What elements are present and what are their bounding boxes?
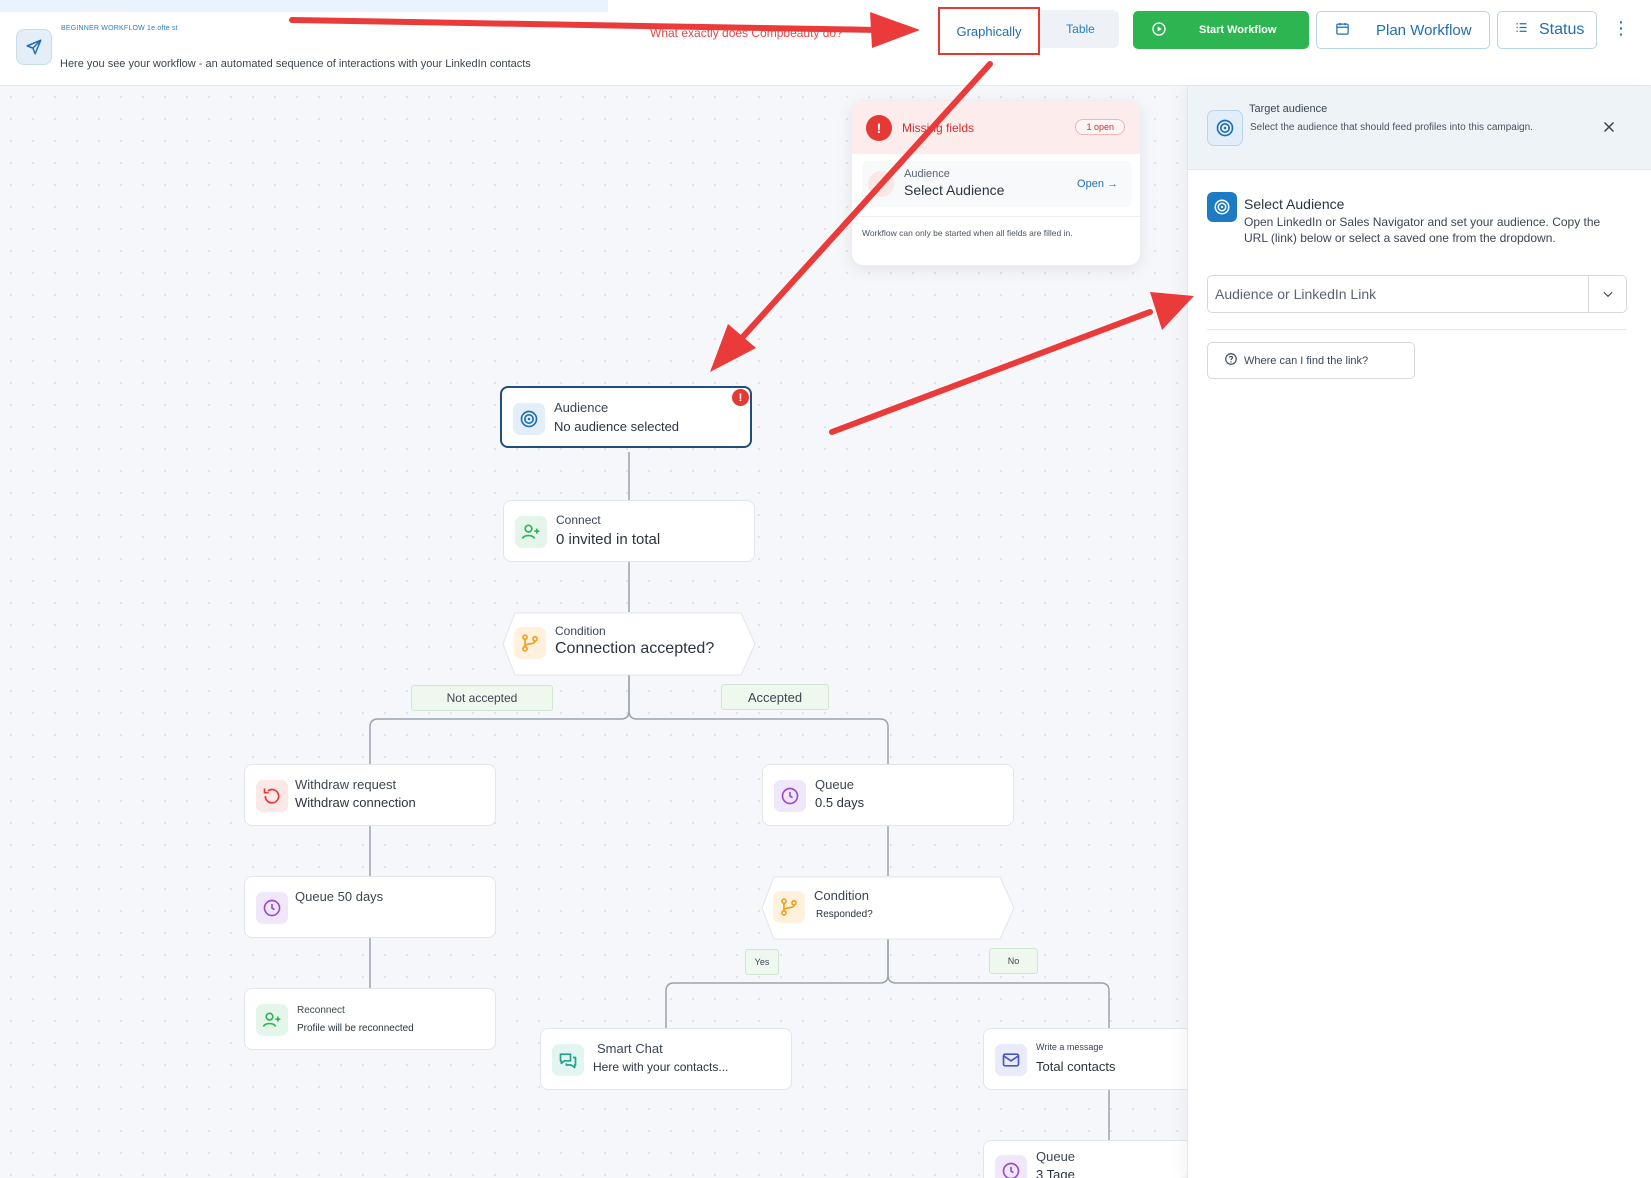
- node-connect[interactable]: Connect 0 invited in total: [503, 500, 755, 562]
- node-sub: 0.5 days: [815, 795, 865, 810]
- node-sub: Total contacts: [1036, 1059, 1116, 1074]
- branch-icon: [514, 627, 546, 659]
- mail-icon: [995, 1044, 1027, 1076]
- node-label: Smart Chat: [597, 1041, 663, 1056]
- question-icon: [1224, 352, 1238, 369]
- workflow-title: BEGINNER WORKFLOW 1e.ofte st: [61, 25, 178, 32]
- node-audience[interactable]: Audience No audience selected !: [500, 386, 752, 448]
- tab-table[interactable]: Table: [1042, 10, 1119, 48]
- node-condition-accepted[interactable]: Condition Connection accepted?: [503, 612, 755, 674]
- open-count-badge: 1 open: [1075, 119, 1125, 135]
- start-workflow-label: Start Workflow: [1199, 24, 1277, 36]
- select-audience-title: Select Audience: [1244, 196, 1345, 212]
- node-label: Withdraw request: [295, 777, 397, 792]
- node-label: Reconnect: [297, 1005, 345, 1016]
- error-icon: !: [732, 389, 749, 406]
- node-smart-chat[interactable]: Smart Chat Here with your contacts...: [540, 1028, 792, 1090]
- top-header: BEGINNER WORKFLOW 1e.ofte st Here you se…: [0, 0, 1651, 86]
- missing-field-row[interactable]: Audience Select Audience Open →: [862, 161, 1132, 207]
- branch-no: No: [989, 948, 1038, 974]
- node-sub: Responded?: [816, 909, 873, 920]
- target-audience-panel: Target audience Select the audience that…: [1187, 86, 1651, 1178]
- target-icon: [868, 171, 894, 197]
- node-sub: 0 invited in total: [556, 531, 661, 548]
- where-find-link-button[interactable]: Where can I find the link?: [1207, 342, 1415, 379]
- status-button[interactable]: Status: [1497, 11, 1597, 49]
- node-label: Audience: [554, 400, 609, 415]
- node-label: Condition: [814, 888, 869, 903]
- divider: [1207, 329, 1627, 330]
- alert-icon: !: [866, 115, 892, 141]
- node-sub: Profile will be reconnected: [297, 1023, 414, 1034]
- plan-workflow-button[interactable]: Plan Workflow: [1316, 11, 1490, 49]
- chat-icon: [552, 1044, 584, 1076]
- node-sub: 3 Tage: [1036, 1167, 1075, 1178]
- more-options-icon[interactable]: ⋮: [1612, 18, 1630, 42]
- node-sub: Here with your contacts...: [593, 1060, 729, 1074]
- branch-yes: Yes: [745, 949, 779, 975]
- workflow-description: Here you see your workflow - an automate…: [60, 58, 531, 70]
- audience-link-input[interactable]: [1207, 275, 1627, 313]
- user-plus-icon: [256, 1004, 288, 1036]
- header-strip: [0, 0, 608, 12]
- open-field-link[interactable]: Open →: [1077, 178, 1118, 190]
- list-icon: [1514, 20, 1529, 40]
- help-question[interactable]: What exactly does Compbeauty do?: [650, 26, 843, 40]
- clock-icon: [256, 892, 288, 924]
- node-queue-50-days[interactable]: Queue 50 days: [244, 876, 496, 938]
- close-icon[interactable]: [1600, 118, 1618, 136]
- play-icon: [1151, 21, 1167, 40]
- panel-header: Target audience Select the audience that…: [1188, 86, 1651, 170]
- node-sub: Withdraw connection: [295, 795, 416, 810]
- branch-icon: [773, 891, 805, 923]
- missing-field-value: Select Audience: [904, 182, 1005, 198]
- undo-icon: [256, 780, 288, 812]
- target-icon: [1207, 110, 1243, 146]
- select-audience-description: Open LinkedIn or Sales Navigator and set…: [1244, 215, 1601, 245]
- missing-fields-header: ! Missing fields 1 open: [852, 101, 1140, 154]
- clock-icon: [774, 780, 806, 812]
- divider: [852, 216, 1140, 217]
- send-icon[interactable]: [16, 29, 52, 65]
- plan-workflow-label: Plan Workflow: [1376, 21, 1472, 39]
- chevron-down-icon[interactable]: [1588, 275, 1627, 313]
- node-label: Connect: [556, 513, 601, 527]
- node-withdraw[interactable]: Withdraw request Withdraw connection: [244, 764, 496, 826]
- tab-graphically[interactable]: Graphically: [938, 7, 1040, 55]
- node-label: Write a message: [1036, 1042, 1104, 1052]
- node-queue-half-day[interactable]: Queue 0.5 days: [762, 764, 1014, 826]
- node-sub: Connection accepted?: [555, 640, 715, 657]
- branch-accepted: Accepted: [721, 684, 829, 710]
- node-condition-responded[interactable]: Condition Responded?: [762, 876, 1014, 938]
- calendar-icon: [1335, 21, 1350, 40]
- missing-field-label: Audience: [904, 168, 950, 180]
- node-label: Queue: [815, 777, 855, 792]
- node-queue-3-days[interactable]: Queue 3 Tage: [983, 1140, 1187, 1178]
- missing-fields-note: Workflow can only be started when all fi…: [862, 228, 1073, 238]
- node-label: Condition: [555, 624, 606, 638]
- help-button-label: Where can I find the link?: [1244, 354, 1369, 367]
- status-label: Status: [1539, 21, 1585, 38]
- node-sub: No audience selected: [554, 419, 680, 434]
- node-label: Queue: [1036, 1149, 1076, 1164]
- branch-not-accepted: Not accepted: [411, 685, 553, 711]
- target-icon: [1207, 192, 1237, 222]
- panel-subtitle: Select the audience that should feed pro…: [1250, 122, 1533, 133]
- missing-fields-title: Missing fields: [902, 121, 975, 135]
- node-label: Queue 50 days: [295, 889, 384, 904]
- panel-title: Target audience: [1249, 103, 1328, 115]
- clock-icon: [995, 1155, 1027, 1178]
- missing-fields-card: ! Missing fields 1 open Audience Select …: [851, 100, 1141, 266]
- node-write-message[interactable]: Write a message Total contacts: [983, 1028, 1187, 1090]
- target-icon: [513, 403, 545, 435]
- start-workflow-button[interactable]: Start Workflow: [1133, 11, 1309, 49]
- node-reconnect[interactable]: Reconnect Profile will be reconnected: [244, 988, 496, 1050]
- user-plus-icon: [515, 516, 547, 548]
